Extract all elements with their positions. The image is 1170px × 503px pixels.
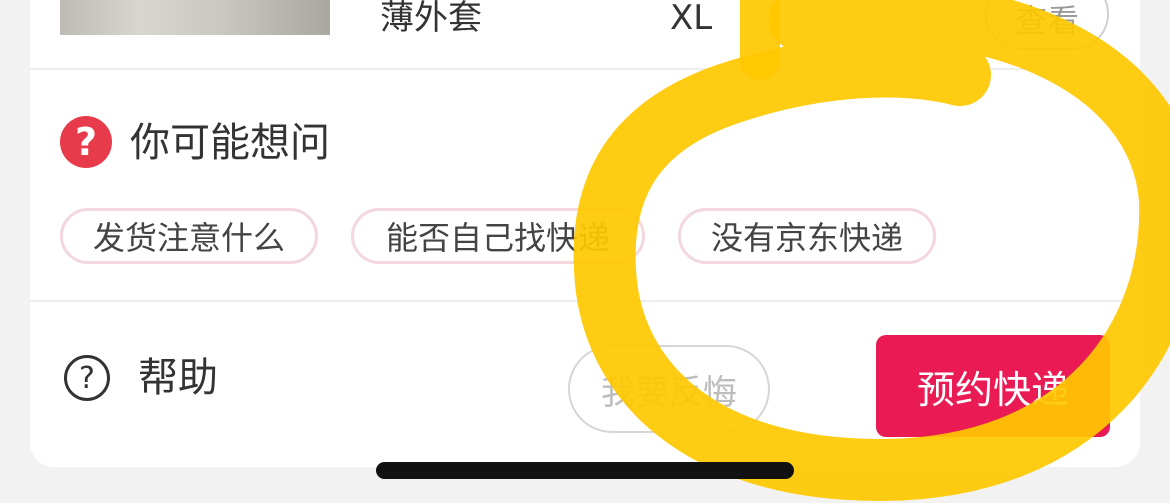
regret-button[interactable]: 我要反悔 (568, 345, 770, 433)
faq-chip-shipping-notes[interactable]: 发货注意什么 (60, 208, 318, 264)
product-name: 薄外套 (380, 0, 482, 38)
faq-section: ? 你可能想问 发货注意什么 能否自己找快递 没有京东快递 (30, 70, 1140, 302)
product-row: 薄外套 XL 查看 (30, 0, 1140, 70)
help-circle-icon[interactable]: ? (64, 355, 110, 401)
book-courier-button[interactable]: 预约快递 (876, 335, 1110, 437)
product-size: XL (670, 0, 713, 38)
view-button[interactable]: 查看 (985, 0, 1109, 50)
product-thumbnail[interactable] (60, 0, 330, 35)
faq-title: 你可能想问 (130, 120, 330, 166)
order-card: 薄外套 XL 查看 ? 你可能想问 发货注意什么 能否自己找快递 没有京东快递 … (30, 0, 1140, 467)
faq-chip-own-courier[interactable]: 能否自己找快递 (351, 208, 645, 264)
faq-chip-no-jd-express[interactable]: 没有京东快递 (678, 208, 936, 264)
home-indicator (376, 462, 794, 479)
question-mark-icon: ? (60, 116, 112, 168)
help-label[interactable]: 帮助 (138, 354, 218, 402)
